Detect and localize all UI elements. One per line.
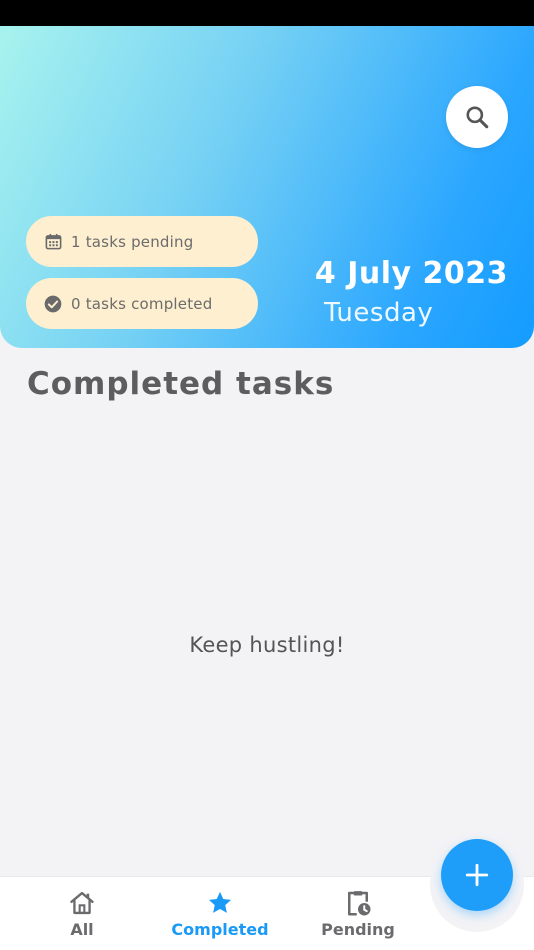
- tasks-completed-label: 0 tasks completed: [71, 294, 213, 313]
- plus-icon: [465, 863, 489, 887]
- check-circle-icon: [43, 294, 63, 314]
- nav-item-completed[interactable]: Completed: [165, 888, 275, 948]
- add-task-button[interactable]: [441, 839, 513, 911]
- calendar-icon: [43, 232, 63, 252]
- page-title: Completed tasks: [27, 366, 335, 402]
- current-date: 4 July 2023: [314, 256, 508, 291]
- star-icon: [206, 888, 234, 918]
- search-icon: [466, 106, 489, 129]
- tasks-pending-label: 1 tasks pending: [71, 232, 194, 251]
- current-weekday: Tuesday: [324, 298, 434, 328]
- clipboard-clock-icon: [343, 888, 373, 918]
- nav-item-all[interactable]: All: [27, 888, 137, 948]
- nav-label-completed: Completed: [171, 920, 269, 939]
- status-bar: [0, 0, 534, 26]
- empty-state-message: Keep hustling!: [189, 633, 345, 657]
- home-icon: [68, 888, 96, 918]
- nav-label-all: All: [70, 920, 94, 939]
- search-button[interactable]: [446, 86, 508, 148]
- nav-item-pending[interactable]: Pending: [303, 888, 413, 948]
- tasks-pending-badge: 1 tasks pending: [26, 216, 258, 267]
- nav-label-pending: Pending: [321, 920, 395, 939]
- tasks-completed-badge: 0 tasks completed: [26, 278, 258, 329]
